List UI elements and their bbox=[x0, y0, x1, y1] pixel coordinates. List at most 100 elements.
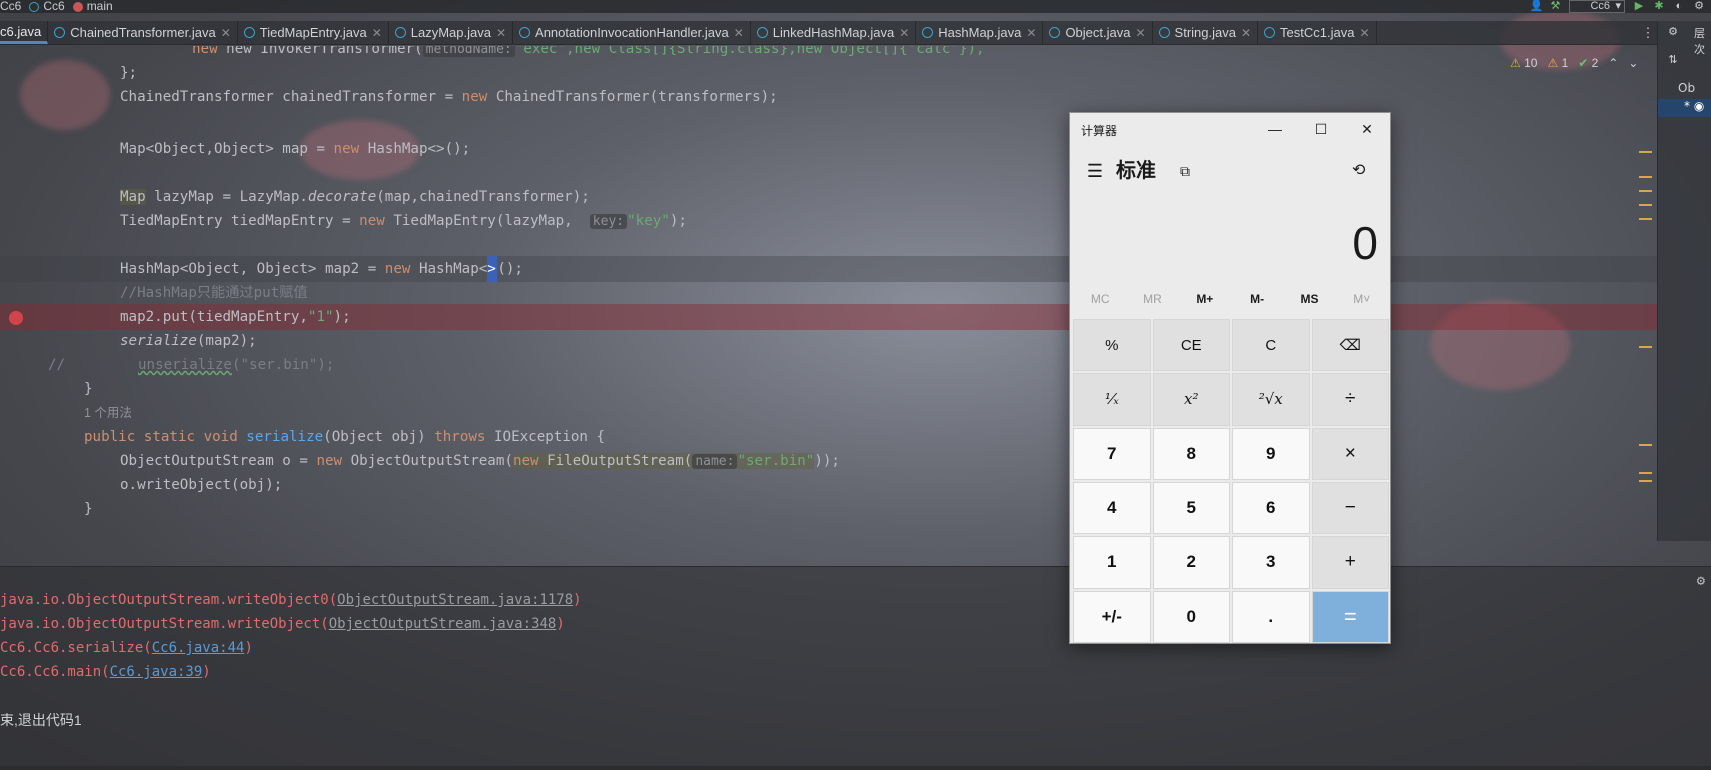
build-hammer-icon[interactable]: ⚒ bbox=[1549, 0, 1561, 13]
warning-marker[interactable] bbox=[1639, 151, 1652, 153]
warning-marker[interactable] bbox=[1639, 346, 1652, 348]
usage-hint[interactable]: 1 个用法 bbox=[0, 400, 1657, 426]
warning-marker[interactable] bbox=[1639, 190, 1652, 192]
zero-button[interactable]: 0 bbox=[1152, 590, 1230, 643]
breadcrumb-project[interactable]: Cc6 bbox=[0, 0, 21, 13]
warning-marker[interactable] bbox=[1639, 444, 1652, 446]
code-line: } bbox=[84, 381, 93, 397]
chevron-up-icon[interactable]: ⌃ bbox=[1608, 56, 1618, 70]
close-icon[interactable]: ✕ bbox=[1241, 26, 1251, 40]
history-icon[interactable]: ⟲ bbox=[1352, 159, 1365, 183]
memory-add-button[interactable]: M+ bbox=[1179, 285, 1231, 313]
clear-button[interactable]: C bbox=[1232, 319, 1310, 372]
nine-button[interactable]: 9 bbox=[1232, 427, 1310, 480]
breadcrumb-class[interactable]: Cc6 bbox=[29, 0, 65, 13]
clear-entry-button[interactable]: CE bbox=[1152, 319, 1230, 372]
stacktrace-link[interactable]: ObjectOutputStream.java:1178 bbox=[337, 592, 573, 608]
backspace-button[interactable]: ⌫ bbox=[1311, 319, 1389, 372]
warning-marker[interactable] bbox=[1639, 218, 1652, 220]
memory-clear-button[interactable]: MC bbox=[1074, 285, 1126, 313]
stacktrace-line: java.io.ObjectOutputStream.writeObject0(… bbox=[0, 592, 582, 608]
square-button[interactable]: x² bbox=[1152, 373, 1230, 426]
class-icon bbox=[394, 27, 406, 38]
tab-cc6[interactable]: c6.java bbox=[0, 21, 49, 44]
six-button[interactable]: 6 bbox=[1232, 481, 1310, 535]
more-tabs-icon[interactable]: ⋮ bbox=[1639, 21, 1657, 45]
multiply-button[interactable]: × bbox=[1311, 427, 1389, 480]
stacktrace-link[interactable]: Cc6.java:44 bbox=[152, 640, 245, 656]
sort-icon[interactable]: ⇅ bbox=[1666, 53, 1680, 67]
seven-button[interactable]: 7 bbox=[1073, 427, 1151, 480]
negate-button[interactable]: +/- bbox=[1073, 590, 1151, 643]
tab-annotationinvocationhandler[interactable]: AnnotationInvocationHandler.java ✕ bbox=[513, 21, 751, 44]
run-icon[interactable]: ▶ bbox=[1633, 0, 1645, 13]
two-button[interactable]: 2 bbox=[1152, 536, 1230, 589]
gear-icon[interactable]: ⚙ bbox=[1697, 573, 1705, 589]
toolbar-right: 👤 ⚒ Cc6 ▶ ✱ ◐ ⚙ bbox=[1529, 0, 1711, 13]
inspection-widget[interactable]: ⚠ 10 ⚠ 1 ✔ 2 ⌃ ⌄ bbox=[1510, 56, 1638, 70]
close-icon[interactable]: ✕ bbox=[372, 26, 382, 40]
close-icon[interactable]: ✕ bbox=[221, 26, 231, 40]
close-icon[interactable]: ✕ bbox=[1135, 26, 1145, 40]
coverage-icon[interactable]: ◐ bbox=[1673, 0, 1685, 13]
tab-testcc1[interactable]: TestCc1.java ✕ bbox=[1258, 21, 1377, 44]
warning-marker[interactable] bbox=[1639, 176, 1652, 178]
keep-on-top-icon[interactable]: ⧉ bbox=[1180, 159, 1190, 183]
close-button[interactable]: ✕ bbox=[1344, 113, 1390, 145]
profile-icon[interactable]: ⚙ bbox=[1693, 0, 1705, 13]
typo-count: ✔ 2 bbox=[1578, 56, 1599, 70]
warning-marker[interactable] bbox=[1639, 472, 1652, 474]
divide-button[interactable]: ÷ bbox=[1311, 373, 1389, 426]
eight-button[interactable]: 8 bbox=[1152, 427, 1230, 480]
breadcrumb-method[interactable]: main bbox=[72, 0, 113, 13]
hierarchy-label[interactable]: 层次 bbox=[1694, 25, 1711, 57]
tab-object[interactable]: Object.java ✕ bbox=[1043, 21, 1153, 44]
memory-list-button[interactable]: M˅ bbox=[1336, 285, 1388, 313]
square-root-button[interactable]: ²√x bbox=[1232, 373, 1310, 426]
close-icon[interactable]: ✕ bbox=[899, 26, 909, 40]
menu-icon[interactable]: ☰ bbox=[1080, 157, 1110, 185]
scrollbar-markers[interactable] bbox=[1635, 46, 1655, 566]
close-icon[interactable]: ✕ bbox=[1359, 26, 1369, 40]
four-button[interactable]: 4 bbox=[1073, 481, 1151, 535]
tab-string[interactable]: String.java ✕ bbox=[1153, 21, 1259, 44]
class-icon bbox=[54, 27, 66, 38]
close-icon[interactable]: ✕ bbox=[496, 26, 506, 40]
warning-marker[interactable] bbox=[1639, 204, 1652, 206]
tab-linkedhashmap[interactable]: LinkedHashMap.java ✕ bbox=[751, 21, 917, 44]
decimal-button[interactable]: . bbox=[1232, 590, 1310, 643]
close-icon[interactable]: ✕ bbox=[1026, 26, 1036, 40]
minimize-button[interactable]: — bbox=[1252, 113, 1298, 145]
debug-icon[interactable]: ✱ bbox=[1653, 0, 1665, 13]
close-icon[interactable]: ✕ bbox=[734, 26, 744, 40]
percent-button[interactable]: % bbox=[1073, 319, 1151, 372]
memory-store-button[interactable]: MS bbox=[1283, 285, 1335, 313]
warning-marker[interactable] bbox=[1639, 480, 1652, 482]
add-button[interactable]: + bbox=[1311, 536, 1389, 589]
five-button[interactable]: 5 bbox=[1152, 481, 1230, 535]
memory-recall-button[interactable]: MR bbox=[1126, 285, 1178, 313]
code-editor[interactable]: new new InvokerTransformer(methodName: "e… bbox=[0, 46, 1657, 566]
subtract-button[interactable]: − bbox=[1311, 481, 1389, 535]
code-comment-line: //HashMap只能通过put赋值 bbox=[120, 285, 308, 301]
memory-subtract-button[interactable]: M- bbox=[1231, 285, 1283, 313]
breakpoint-icon[interactable] bbox=[9, 311, 23, 325]
user-icon[interactable]: 👤 bbox=[1529, 0, 1543, 13]
maximize-button[interactable]: ☐ bbox=[1298, 113, 1344, 145]
stacktrace-line: Cc6.Cc6.main(Cc6.java:39) bbox=[0, 664, 211, 680]
tab-hashmap[interactable]: HashMap.java ✕ bbox=[916, 21, 1044, 44]
reciprocal-button[interactable]: ¹⁄ₓ bbox=[1073, 373, 1151, 426]
stacktrace-link[interactable]: ObjectOutputStream.java:348 bbox=[329, 616, 557, 632]
structure-root-item[interactable]: Ob bbox=[1678, 81, 1695, 95]
tab-chainedtransformer[interactable]: ChainedTransformer.java ✕ bbox=[48, 21, 238, 44]
tab-lazymap[interactable]: LazyMap.java ✕ bbox=[389, 21, 514, 44]
structure-selected-item[interactable]: * ◉ bbox=[1658, 99, 1711, 117]
stacktrace-link[interactable]: Cc6.java:39 bbox=[110, 664, 203, 680]
equals-button[interactable]: = bbox=[1311, 590, 1389, 643]
tab-tiedmapentry[interactable]: TiedMapEntry.java ✕ bbox=[238, 21, 389, 44]
three-button[interactable]: 3 bbox=[1232, 536, 1310, 589]
calculator-titlebar[interactable]: 计算器 — ☐ ✕ bbox=[1070, 113, 1390, 145]
settings-icon[interactable]: ⚙ bbox=[1666, 25, 1680, 39]
one-button[interactable]: 1 bbox=[1073, 536, 1151, 589]
run-configuration-select[interactable]: Cc6 bbox=[1569, 0, 1625, 13]
